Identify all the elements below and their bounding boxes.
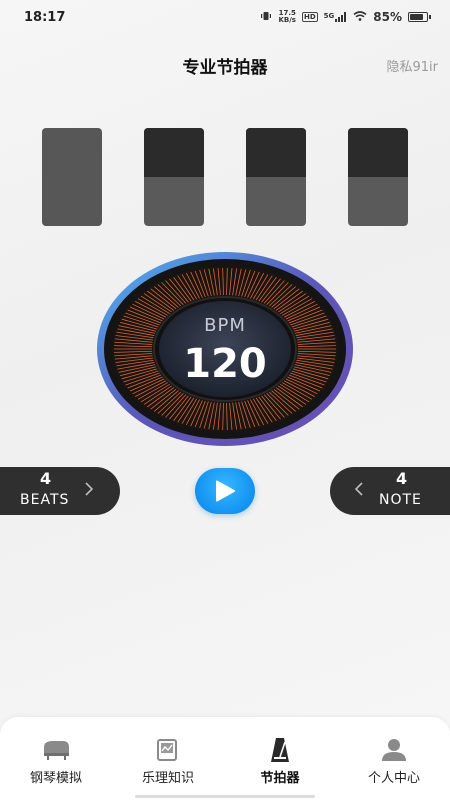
person-icon — [338, 737, 450, 763]
network-speed-unit: KB/s — [278, 16, 296, 24]
battery-fill — [410, 14, 423, 20]
beat-indicator-top — [348, 128, 408, 177]
home-indicator — [135, 795, 315, 798]
play-icon — [216, 480, 235, 502]
note-label: NOTE — [379, 492, 422, 508]
beat-indicator-top — [246, 128, 306, 177]
beat-indicators — [42, 128, 408, 226]
note-value: 4 — [396, 469, 408, 488]
battery-icon — [408, 12, 431, 22]
status-icons: 17.5 KB/s HD 5G 85% — [260, 10, 431, 24]
bpm-label: BPM — [204, 315, 246, 336]
page-title: 专业节拍器 — [182, 58, 268, 78]
piano-icon — [0, 737, 112, 763]
wifi-icon — [353, 10, 367, 24]
beat-indicator — [42, 128, 102, 226]
beats-selector[interactable]: 4 BEATS — [0, 467, 120, 515]
nav-label-piano: 钢琴模拟 — [29, 771, 82, 786]
beats-value: 4 — [40, 469, 52, 488]
chevron-right-icon — [84, 481, 94, 501]
signal-badge: 5G — [323, 12, 335, 20]
nav-item-metronome[interactable]: 节拍器 — [224, 737, 336, 787]
hd-badge: HD — [301, 12, 318, 22]
signal-icon: 5G — [324, 12, 348, 22]
battery-percent: 85% — [373, 10, 402, 24]
nav-label-profile: 个人中心 — [367, 771, 420, 786]
tempo-dial[interactable]: BPM 120 — [96, 251, 354, 447]
beat-indicator-top — [144, 128, 204, 177]
note-selector[interactable]: 4 NOTE — [330, 467, 450, 515]
book-icon — [112, 737, 224, 763]
nav-item-profile[interactable]: 个人中心 — [338, 737, 450, 787]
metronome-icon — [224, 737, 336, 763]
beat-indicator — [348, 128, 408, 226]
bpm-value: 120 — [183, 341, 267, 387]
nav-item-piano[interactable]: 钢琴模拟 — [0, 737, 112, 787]
bottom-navigation: 钢琴模拟 乐理知识 节拍器 个人中心 — [0, 717, 450, 800]
status-bar: 18:17 17.5 KB/s HD 5G 85% — [0, 0, 450, 36]
network-speed: 17.5 KB/s — [278, 10, 295, 24]
beats-label: BEATS — [20, 492, 70, 508]
play-button[interactable] — [195, 468, 255, 514]
privacy-link[interactable]: 隐私91ir — [387, 56, 439, 75]
status-time: 18:17 — [24, 10, 66, 25]
beat-indicator — [144, 128, 204, 226]
nav-label-metronome: 节拍器 — [260, 771, 300, 786]
vibrate-icon — [260, 11, 272, 24]
chevron-left-icon — [354, 481, 364, 501]
nav-label-theory: 乐理知识 — [141, 771, 194, 786]
beat-indicator — [246, 128, 306, 226]
nav-item-theory[interactable]: 乐理知识 — [112, 737, 224, 787]
